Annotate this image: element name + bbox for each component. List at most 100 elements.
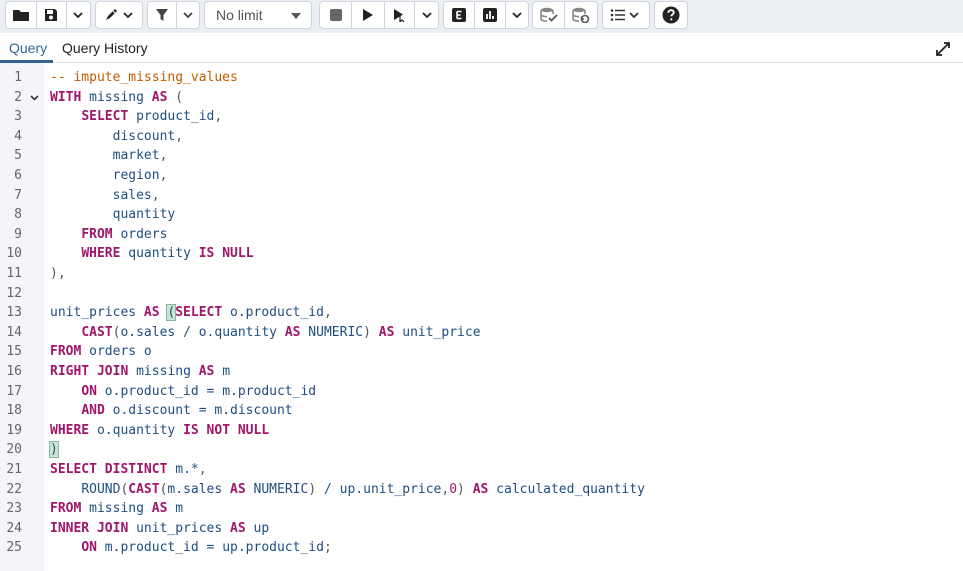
line-number: 4	[14, 128, 22, 144]
explain-analyze-icon	[482, 8, 497, 22]
code-text: SELECT product_id,	[50, 107, 222, 127]
code-token: FROM	[50, 501, 82, 517]
line-number: 9	[14, 226, 22, 242]
code-text: market,	[50, 146, 168, 166]
sql-editor[interactable]: 1 -- impute_missing_values 2 WITH missing A…	[0, 63, 963, 571]
code-token: CAST	[128, 481, 160, 497]
macros-menu-button[interactable]	[603, 2, 649, 28]
code-text: AND o.discount = m.discount	[50, 401, 292, 421]
row-limit-value: No limit	[216, 7, 263, 23]
code-token: orders	[112, 226, 168, 242]
folder-open-icon	[13, 10, 30, 21]
query-toolbar: No limit	[0, 0, 963, 33]
code-token: NUMERIC	[300, 324, 364, 340]
code-token: WHERE	[50, 422, 90, 438]
transaction-button-group	[532, 1, 598, 29]
execute-script-button[interactable]	[385, 2, 416, 28]
code-token: ON	[81, 383, 97, 399]
expand-icon[interactable]	[935, 41, 951, 57]
line-number: 11	[6, 266, 22, 281]
code-token: AS	[284, 324, 301, 340]
code-text: region,	[50, 166, 168, 186]
line-number: 12	[6, 285, 22, 301]
code-token: unit_prices	[128, 520, 231, 536]
code-text: ROUND(CAST(m.sales AS NUMERIC) / up.unit…	[50, 480, 645, 500]
filter-options-dropdown[interactable]	[177, 2, 199, 28]
code-text: INNER JOIN unit_prices AS up	[50, 519, 269, 539]
code-text: quantity	[50, 205, 176, 225]
filter-button[interactable]	[148, 2, 177, 28]
code-token: up	[245, 520, 270, 536]
line-number: 22	[6, 481, 22, 497]
caret-down-icon	[291, 13, 301, 19]
line-number: 2	[14, 89, 22, 105]
line-number: 8	[14, 207, 22, 223]
code-token: o.quantity	[89, 422, 184, 438]
rollback-button[interactable]	[565, 2, 597, 28]
row-limit-select[interactable]: No limit	[204, 1, 312, 29]
stop-button[interactable]	[320, 2, 353, 28]
code-token: WITH	[50, 89, 82, 105]
execute-button[interactable]	[352, 2, 385, 28]
tab-query[interactable]: Query	[9, 40, 47, 56]
line-number: 14	[6, 324, 22, 340]
code-text: WHERE o.quantity IS NOT NULL	[50, 421, 269, 441]
save-button[interactable]	[37, 2, 67, 28]
open-file-button[interactable]	[6, 2, 38, 28]
tab-query-history[interactable]: Query History	[62, 40, 148, 56]
edit-menu-button[interactable]	[96, 2, 142, 28]
execute-options-dropdown[interactable]	[415, 2, 438, 28]
filter-icon	[155, 9, 168, 21]
code-token: missing	[81, 89, 152, 105]
save-icon	[45, 9, 58, 21]
save-options-dropdown[interactable]	[67, 2, 90, 28]
commit-icon	[539, 7, 558, 22]
line-number: 6	[14, 168, 22, 183]
code-token: INNER JOIN	[50, 520, 129, 536]
code-token: WHERE	[81, 246, 121, 262]
code-token: sales	[50, 187, 152, 203]
editor-tab-bar: Query Query History	[0, 34, 963, 63]
fold-chevron-icon[interactable]	[30, 88, 39, 108]
explain-button[interactable]	[444, 2, 476, 28]
code-token: AS	[378, 324, 395, 340]
code-token: AS	[143, 305, 160, 321]
code-token: RIGHT JOIN	[50, 364, 129, 379]
code-token: ,	[214, 109, 223, 125]
code-token: m	[167, 501, 184, 517]
code-token: o.product_id = m.product_id	[96, 383, 317, 399]
chevron-down-icon	[512, 11, 522, 18]
code-token: unit_price	[394, 324, 481, 340]
code-token: region	[50, 168, 160, 183]
code-token: product_id	[128, 109, 215, 125]
code-token: IS NULL	[198, 246, 254, 262]
code-token: NUMERIC	[245, 481, 309, 497]
commit-button[interactable]	[533, 2, 566, 28]
edit-button-group	[95, 1, 143, 29]
code-token: ,	[159, 168, 168, 183]
line-number: 21	[6, 462, 22, 477]
code-token: SELECT DISTINCT	[50, 462, 168, 477]
line-number: 7	[14, 187, 22, 203]
explain-analyze-button[interactable]	[475, 2, 506, 28]
code-text: CAST(o.sales / o.quantity AS NUMERIC) AS…	[50, 323, 481, 343]
code-token: discount	[50, 128, 176, 144]
help-button[interactable]	[655, 2, 687, 28]
line-number: 10	[6, 246, 22, 262]
code-token: ,	[151, 187, 160, 203]
explain-options-dropdown[interactable]	[506, 2, 528, 28]
code-text: ON m.product_id = up.product_id;	[50, 538, 331, 558]
code-token: SELECT	[175, 305, 223, 321]
execute-button-group	[319, 1, 439, 29]
code-token: )	[308, 481, 317, 497]
code-text: discount,	[50, 127, 183, 147]
